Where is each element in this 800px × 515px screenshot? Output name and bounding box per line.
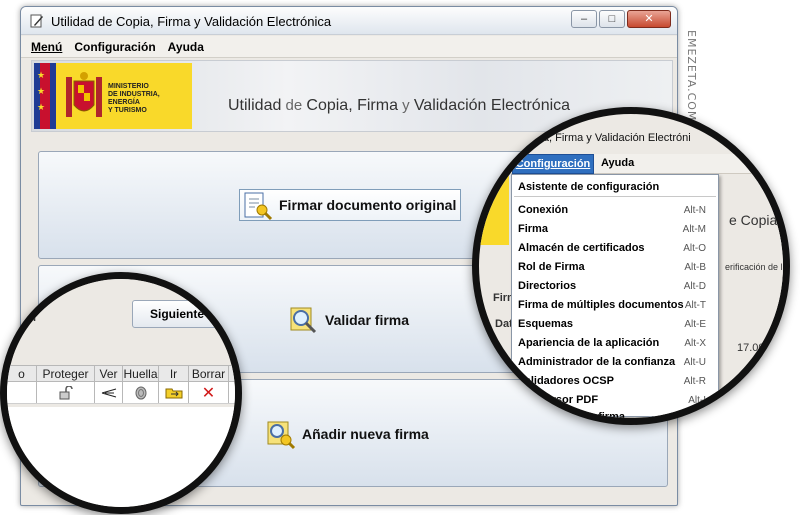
column-header-proteger[interactable]: Proteger — [37, 366, 95, 381]
goto-folder-icon[interactable] — [165, 387, 183, 399]
menu-menu[interactable]: Menú — [31, 40, 62, 54]
add-signature-label: Añadir nueva firma — [302, 426, 429, 442]
menu-item-ocsp-validators[interactable]: Validadores OCSP Alt-R — [514, 372, 716, 390]
menu-item-setup-wizard[interactable]: Asistente de configuración — [514, 177, 716, 197]
star-icon: ★ — [37, 70, 46, 80]
star-icon: ★ — [37, 86, 46, 96]
view-icon[interactable] — [101, 387, 117, 399]
zoomed-window-title: de Copia, Firma y Validación Electróni — [505, 132, 691, 144]
column-header-ir[interactable]: Ir — [159, 366, 189, 381]
ministry-logo: ★ ★ ★ MINISTERIO DE INDUSTRIA, ENERGÍA Y… — [34, 63, 192, 129]
title-bar: Utilidad de Copia, Firma y Validación El… — [21, 7, 677, 35]
bg-amount-fragment: 17.000 — [737, 342, 771, 354]
sign-document-label: Firmar documento original — [279, 197, 457, 213]
menu-configuracion-open[interactable]: Configuración — [512, 154, 594, 174]
coat-of-arms-icon — [66, 72, 102, 117]
menu-item-certificate-store[interactable]: Almacén de certificados Alt-O — [514, 239, 716, 257]
banner-title: Utilidad de Copia, Firma y Validación El… — [228, 97, 571, 114]
menu-item-signature-role[interactable]: Rol de Firma Alt-B — [514, 258, 716, 276]
menu-item-signature[interactable]: Firma Alt-M — [514, 220, 716, 238]
configuration-dropdown: Asistente de configuración Conexión Alt-N… — [511, 174, 719, 418]
close-button[interactable]: ✕ — [627, 10, 671, 28]
signatures-table: o Proteger Ver Huella Ir Borrar ✕ — [7, 365, 235, 404]
label-fragment: r — [33, 312, 38, 324]
bg-title-fragment: e Copia — [729, 212, 778, 228]
unlock-icon[interactable] — [59, 385, 73, 400]
menu-item-directories[interactable]: Directorios Alt-D — [514, 277, 716, 295]
menu-item-appearance[interactable]: Apariencia de la aplicación Alt-X — [514, 334, 716, 352]
validate-signature-icon — [290, 307, 317, 334]
menu-item-pdf-converter[interactable]: Conversor PDF Alt-I — [514, 391, 716, 409]
validate-signature-label: Validar firma — [325, 312, 410, 328]
menu-ayuda[interactable]: Ayuda — [168, 40, 204, 54]
maximize-button[interactable]: □ — [599, 10, 625, 28]
table-empty-area — [7, 407, 235, 507]
eu-flag-band: ★ ★ ★ — [34, 63, 56, 129]
column-header[interactable]: o — [7, 366, 37, 381]
delete-icon[interactable]: ✕ — [202, 383, 215, 403]
menu-item-trust-manager[interactable]: Administrador de la confianza Alt-U — [514, 353, 716, 371]
next-button[interactable]: Siguiente — [132, 300, 222, 328]
zoom-circle-table: r Siguiente o Proteger Ver Huella Ir Bor… — [0, 272, 242, 514]
table-header: o Proteger Ver Huella Ir Borrar — [7, 365, 235, 382]
bg-verification-fragment: erificación de l — [725, 262, 783, 272]
menu-item-schemas[interactable]: Esquemas Alt-E — [514, 315, 716, 333]
menu-ayuda-zoomed[interactable]: Ayuda — [601, 157, 634, 169]
column-header-borrar[interactable]: Borrar — [189, 366, 229, 381]
menu-configuracion[interactable]: Configuración — [74, 40, 155, 54]
menu-item-connection[interactable]: Conexión Alt-N — [514, 201, 716, 219]
menu-bar: Menú Configuración Ayuda — [21, 36, 677, 58]
zoom-circle-menu: de Copia, Firma y Validación Electróni A… — [472, 107, 790, 425]
table-row: ✕ — [7, 382, 235, 404]
sign-document-icon — [244, 192, 273, 221]
app-icon — [30, 14, 43, 28]
ministry-name: MINISTERIO DE INDUSTRIA, ENERGÍA Y TURIS… — [108, 83, 160, 114]
fingerprint-icon[interactable] — [135, 386, 147, 400]
star-icon: ★ — [37, 102, 46, 112]
menu-item-multi-sign[interactable]: Firma de múltiples documentos Alt-T — [514, 296, 716, 314]
watermark: EMEZETA.COM — [685, 30, 698, 122]
column-header-huella[interactable]: Huella — [123, 366, 159, 381]
column-header-ver[interactable]: Ver — [95, 366, 123, 381]
window-controls: – □ ✕ — [571, 10, 671, 28]
add-signature-icon — [267, 421, 296, 450]
window-title: Utilidad de Copia, Firma y Validación El… — [51, 14, 332, 29]
minimize-button[interactable]: – — [571, 10, 597, 28]
